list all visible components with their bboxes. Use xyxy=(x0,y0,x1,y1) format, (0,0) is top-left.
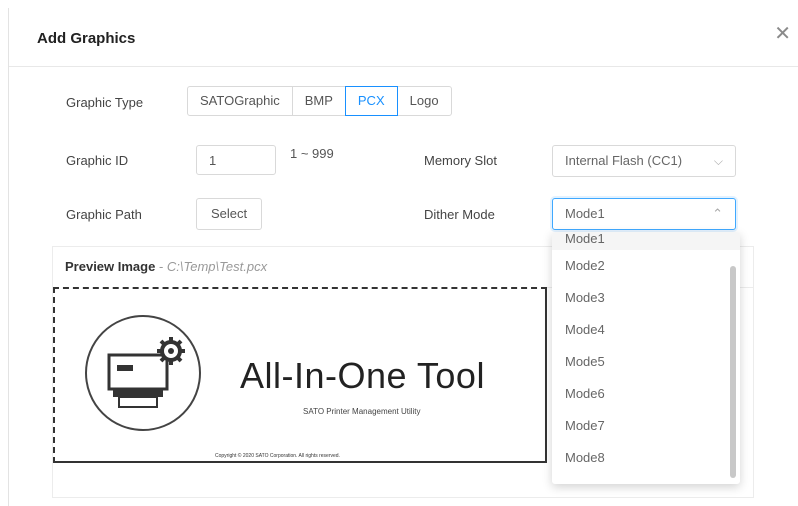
close-icon[interactable]: ✕ xyxy=(774,24,791,44)
graphic-id-label: Graphic ID xyxy=(66,153,129,168)
logo-copyright: Copyright © 2020 SATO Corporation. All r… xyxy=(215,453,340,459)
graphic-id-range: 1 ~ 999 xyxy=(290,146,334,161)
memory-slot-label: Memory Slot xyxy=(424,153,497,168)
dither-option-mode1[interactable]: Mode1 xyxy=(552,232,740,250)
dither-option-mode5[interactable]: Mode5 xyxy=(552,346,740,378)
dither-option-mode7[interactable]: Mode7 xyxy=(552,410,740,442)
graphic-type-logo[interactable]: Logo xyxy=(396,86,452,116)
graphic-type-satographic[interactable]: SATOGraphic xyxy=(187,86,293,116)
dialog-header: Add Graphics ✕ xyxy=(9,8,798,67)
chevron-up-icon: ⌃ xyxy=(712,206,723,221)
graphic-type-pcx[interactable]: PCX xyxy=(344,86,398,116)
dither-option-mode3[interactable]: Mode3 xyxy=(552,282,740,314)
select-path-button[interactable]: Select xyxy=(196,198,263,230)
logo-title: All-In-One Tool xyxy=(240,355,485,396)
dither-option-mode6[interactable]: Mode6 xyxy=(552,378,740,410)
preview-title: Preview Image xyxy=(65,259,156,274)
preview-path: C:\Temp\Test.pcx xyxy=(166,259,268,274)
dither-option-mode2[interactable]: Mode2 xyxy=(552,250,740,282)
dither-option-mode4[interactable]: Mode4 xyxy=(552,314,740,346)
graphic-path-label: Graphic Path xyxy=(66,207,142,222)
graphic-id-input[interactable]: 1 xyxy=(196,145,276,175)
logo-subtitle: SATO Printer Management Utility xyxy=(303,407,421,416)
preview-image: All-In-One Tool SATO Printer Management … xyxy=(53,287,547,463)
graphic-type-bmp[interactable]: BMP xyxy=(291,86,346,116)
dropdown-scrollbar[interactable] xyxy=(730,266,736,478)
dither-mode-label: Dither Mode xyxy=(424,207,495,222)
preview-separator: - xyxy=(155,259,167,274)
memory-slot-value: Internal Flash (CC1) xyxy=(565,153,683,168)
dither-option-mode8[interactable]: Mode8 xyxy=(552,442,740,474)
memory-slot-select[interactable]: Internal Flash (CC1) ⌵ xyxy=(552,145,736,177)
dither-mode-dropdown: Mode1 Mode2 Mode3 Mode4 Mode5 Mode6 Mode… xyxy=(552,232,740,484)
chevron-down-icon: ⌵ xyxy=(713,154,723,168)
printer-logo-icon xyxy=(85,315,201,431)
dither-mode-select[interactable]: Mode1 ⌃ xyxy=(552,198,736,230)
graphic-type-selector: SATOGraphic BMP PCX Logo xyxy=(187,86,452,116)
graphic-type-label: Graphic Type xyxy=(66,95,144,110)
dither-mode-value: Mode1 xyxy=(565,206,605,221)
dialog-title: Add Graphics xyxy=(37,30,136,47)
